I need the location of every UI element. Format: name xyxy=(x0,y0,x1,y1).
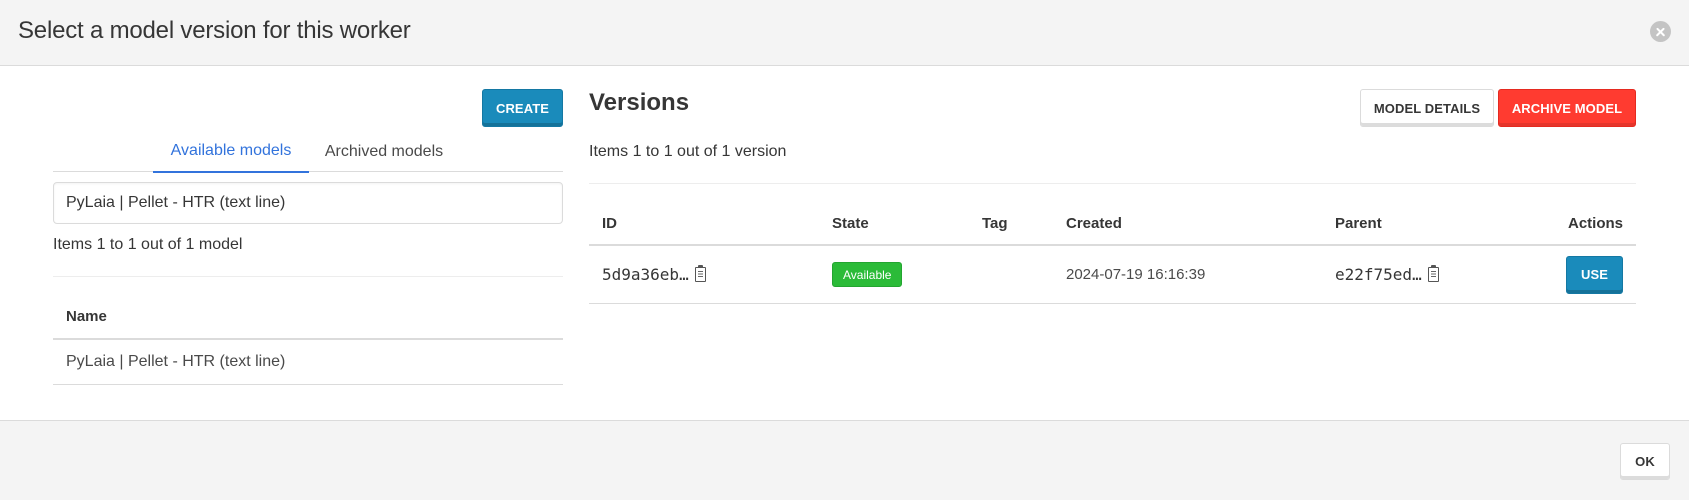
version-row: 5d9a36eb… Available 2024-07-19 16:16:39 … xyxy=(589,246,1636,304)
version-id-cell: 5d9a36eb… xyxy=(602,246,706,303)
version-parent: e22f75ed… xyxy=(1335,265,1422,284)
modal-header: Select a model version for this worker xyxy=(0,0,1689,66)
tab-archived-models[interactable]: Archived models xyxy=(309,131,459,172)
model-row[interactable]: PyLaia | Pellet - HTR (text line) xyxy=(53,340,563,385)
versions-table: ID State Tag Created Parent Actions 5d9a… xyxy=(589,205,1636,304)
modal-footer xyxy=(0,420,1689,500)
column-header-tag: Tag xyxy=(982,215,1008,232)
column-header-name: Name xyxy=(53,296,563,340)
divider xyxy=(53,276,563,277)
modal-title: Select a model version for this worker xyxy=(18,17,411,44)
create-model-button[interactable]: CREATE xyxy=(482,89,563,127)
column-header-id: ID xyxy=(602,215,617,232)
models-count-text: Items 1 to 1 out of 1 model xyxy=(53,236,243,253)
version-actions-cell: USE xyxy=(1566,246,1623,303)
version-parent-cell: e22f75ed… xyxy=(1335,246,1439,303)
version-state-cell: Available xyxy=(832,246,903,303)
ok-button[interactable]: OK xyxy=(1620,443,1670,480)
column-header-state: State xyxy=(832,215,869,232)
tab-available-models[interactable]: Available models xyxy=(153,131,309,173)
versions-title: Versions xyxy=(589,89,690,116)
status-badge: Available xyxy=(832,262,903,287)
versions-table-header: ID State Tag Created Parent Actions xyxy=(589,205,1636,246)
column-header-actions: Actions xyxy=(1567,215,1623,232)
column-header-parent: Parent xyxy=(1335,215,1382,232)
column-header-created: Created xyxy=(1066,215,1122,232)
model-tabs: Available models Archived models xyxy=(53,131,563,173)
use-version-button[interactable]: USE xyxy=(1566,255,1623,294)
clipboard-icon[interactable] xyxy=(694,265,706,282)
models-table: Name PyLaia | Pellet - HTR (text line) xyxy=(53,296,563,385)
clipboard-icon[interactable] xyxy=(1427,265,1439,282)
model-search-input[interactable] xyxy=(53,182,563,224)
version-id: 5d9a36eb… xyxy=(602,265,689,284)
version-created: 2024-07-19 16:16:39 xyxy=(1066,266,1206,283)
close-icon[interactable] xyxy=(1650,21,1671,42)
archive-model-button[interactable]: ARCHIVE MODEL xyxy=(1498,89,1636,127)
divider xyxy=(589,183,1636,184)
versions-count-text: Items 1 to 1 out of 1 version xyxy=(589,143,787,160)
model-details-button[interactable]: MODEL DETAILS xyxy=(1360,89,1494,127)
